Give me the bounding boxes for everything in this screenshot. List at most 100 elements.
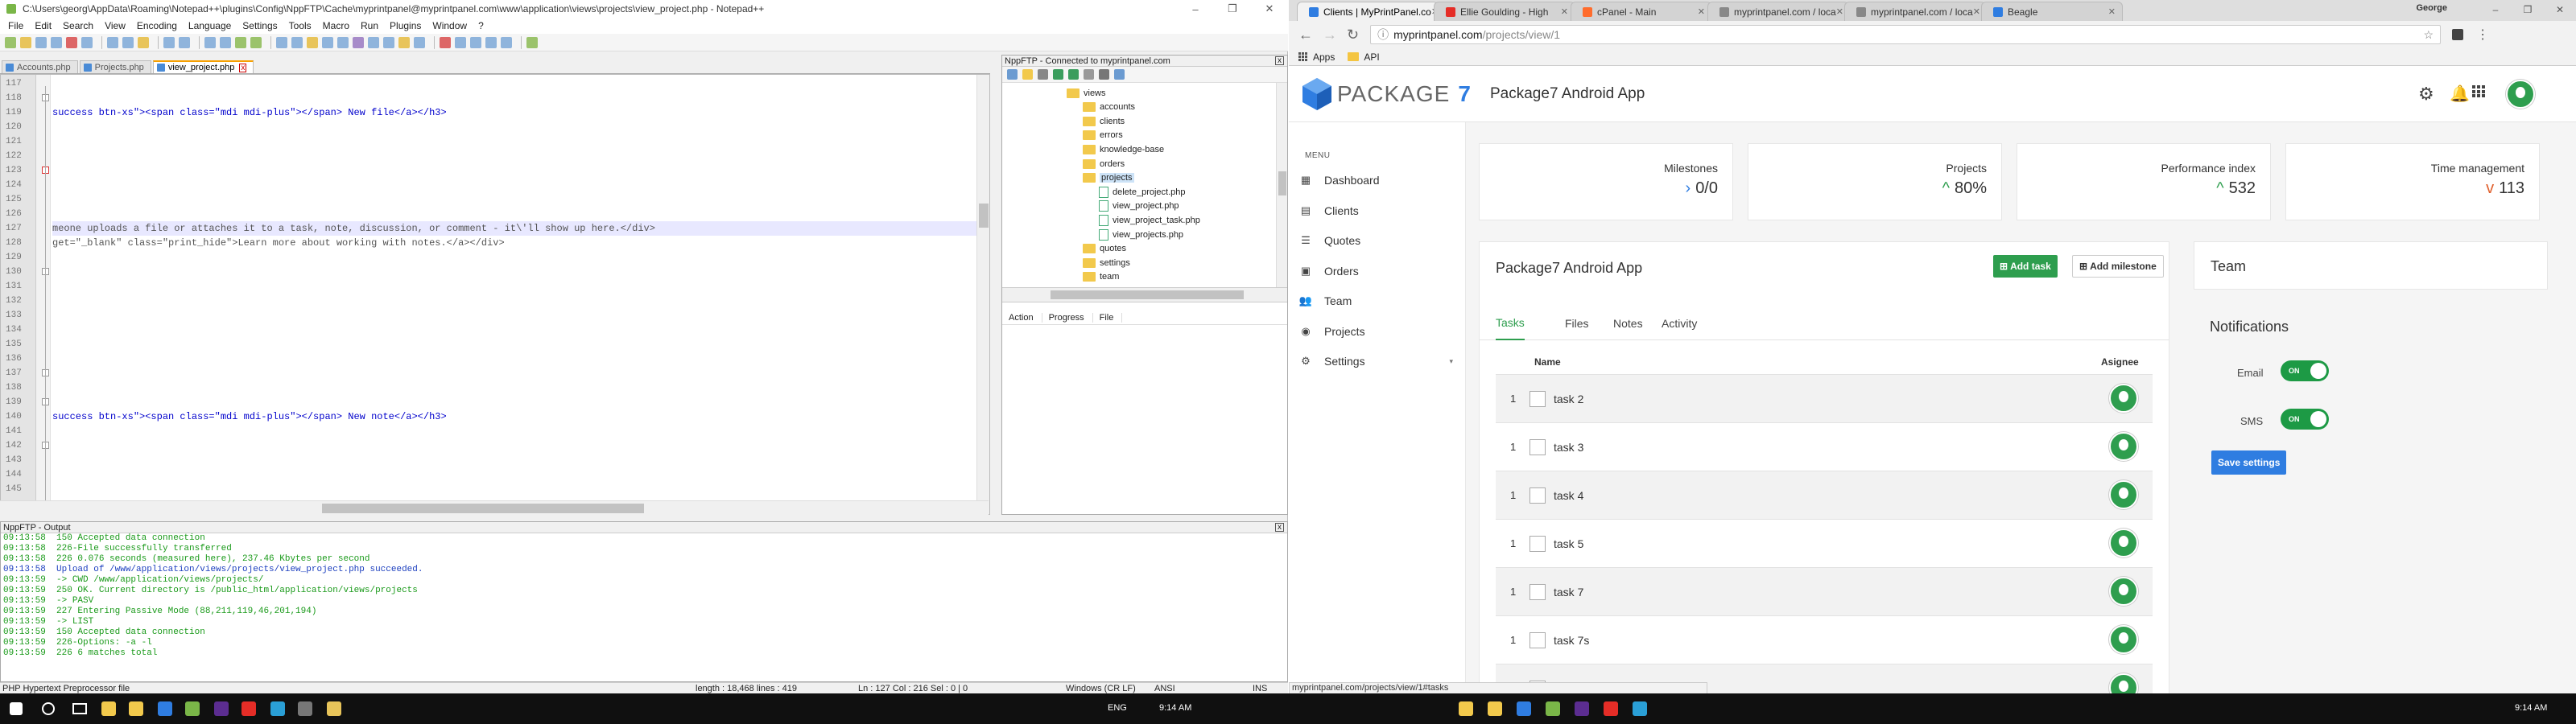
file-explorer-icon[interactable] <box>1459 701 1473 716</box>
profile-name[interactable]: George <box>2416 3 2447 13</box>
refresh-icon[interactable] <box>1068 69 1079 80</box>
npp-menu-item[interactable]: Settings <box>242 20 277 31</box>
task-checkbox[interactable] <box>1530 391 1546 407</box>
assignee-avatar[interactable] <box>2109 432 2138 461</box>
user-avatar[interactable] <box>2506 80 2535 109</box>
editor-vertical-scrollbar[interactable] <box>976 75 989 514</box>
redo-icon[interactable] <box>179 36 190 48</box>
email-toggle[interactable]: ON <box>2281 360 2329 381</box>
notepadpp-icon[interactable] <box>185 701 200 716</box>
npp-menu-item[interactable]: Run <box>361 20 378 31</box>
chrome-menu-icon[interactable]: ⋮ <box>2476 27 2489 43</box>
tree-scrollbar[interactable] <box>1276 83 1287 287</box>
sidebar-item-team[interactable]: 👥 Team <box>1299 294 1453 307</box>
tab-files[interactable]: Files <box>1565 306 1589 340</box>
output-close-button[interactable]: x <box>1275 523 1284 532</box>
task-checkbox[interactable] <box>1530 536 1546 552</box>
tab-notes[interactable]: Notes <box>1613 306 1643 340</box>
sms-toggle[interactable]: ON <box>2281 409 2329 430</box>
stop-macro-icon[interactable] <box>455 36 466 48</box>
code-line[interactable]: meone uploads a file or attaches it to a… <box>52 221 978 236</box>
task-checkbox[interactable] <box>1530 584 1546 600</box>
task-row[interactable]: 1 task 7 <box>1496 567 2153 615</box>
close-file-icon[interactable] <box>66 36 77 48</box>
sidebar-item-settings[interactable]: ⚙ Settings ▾ <box>1300 355 1453 368</box>
gear-icon[interactable]: ⚙ <box>2418 84 2434 105</box>
tree-node[interactable]: clients <box>1083 114 1125 128</box>
npp-menu-item[interactable]: Search <box>63 20 93 31</box>
doc-map-icon[interactable] <box>368 36 379 48</box>
task-checkbox[interactable] <box>1530 439 1546 455</box>
notepadpp-icon[interactable] <box>1546 701 1560 716</box>
nppftp-toggle-icon[interactable] <box>526 36 538 48</box>
assignee-avatar[interactable] <box>2109 529 2138 557</box>
npp-menu-item[interactable]: Edit <box>35 20 52 31</box>
npp-minimize-button[interactable]: – <box>1177 0 1214 18</box>
tree-node[interactable]: settings <box>1083 256 1130 269</box>
browser-tab[interactable]: cPanel - Main ✕ <box>1571 2 1712 21</box>
assignee-avatar[interactable] <box>2109 480 2138 509</box>
browser-tab[interactable]: Clients | MyPrintPanel.co✕ <box>1297 2 1439 21</box>
browser-tab[interactable]: myprintpanel.com / loca ✕ <box>1844 2 1986 21</box>
tray-lang[interactable]: ENG <box>1108 703 1127 713</box>
code-line[interactable]: get="_blank" class="print_hide">Learn mo… <box>52 236 978 250</box>
task-checkbox[interactable] <box>1530 487 1546 504</box>
app-icon[interactable] <box>1633 701 1647 716</box>
sync-h-icon[interactable] <box>291 36 303 48</box>
code-line[interactable]: success btn-xs"><span class="mdi mdi-plu… <box>52 409 978 424</box>
chrome-icon[interactable] <box>1488 701 1502 716</box>
npp-menu-item[interactable]: Language <box>188 20 231 31</box>
add-milestone-button[interactable]: ⊞ Add milestone <box>2072 255 2164 278</box>
zoom-in-icon[interactable] <box>235 36 246 48</box>
scroll-thumb[interactable] <box>322 504 644 513</box>
filezilla-icon[interactable] <box>1604 701 1618 716</box>
settings-icon[interactable] <box>1022 69 1033 80</box>
record-macro-icon[interactable] <box>440 36 451 48</box>
replace-icon[interactable] <box>220 36 231 48</box>
browser-tab[interactable]: Ellie Goulding - High ✕ <box>1434 2 1575 21</box>
messages-icon[interactable] <box>1114 69 1125 80</box>
close-tab-icon[interactable]: ✕ <box>1698 6 1705 17</box>
paste-icon[interactable] <box>138 36 149 48</box>
address-bar[interactable]: ⓘ myprintpanel.com/projects/view/1 ☆ <box>1370 25 2442 44</box>
task-row[interactable]: 1 task 7s <box>1496 615 2153 664</box>
assignee-avatar[interactable] <box>2109 625 2138 654</box>
tab-tasks[interactable]: Tasks <box>1496 306 1525 340</box>
app-icon[interactable] <box>298 701 312 716</box>
sidebar-item-clients[interactable]: ▤ Clients <box>1300 204 1453 217</box>
task-name[interactable]: task 7 <box>1554 586 1583 599</box>
tray-clock[interactable]: 9:14 AM <box>1159 703 1191 713</box>
tab-activity[interactable]: Activity <box>1662 306 1697 340</box>
browser-tab[interactable]: myprintpanel.com / loca ✕ <box>1707 2 1849 21</box>
scroll-thumb[interactable] <box>1051 290 1244 299</box>
tree-node[interactable]: errors <box>1083 129 1123 142</box>
queue-column-header[interactable]: Progress <box>1042 312 1093 323</box>
task-view-icon[interactable] <box>72 703 87 714</box>
edge-icon[interactable] <box>158 701 172 716</box>
tree-node[interactable]: quotes <box>1083 242 1126 256</box>
bookmark-star-icon[interactable]: ☆ <box>2424 28 2434 42</box>
chrome-icon[interactable] <box>129 701 143 716</box>
task-row[interactable]: 1 task 4 <box>1496 471 2153 519</box>
npp-file-tab[interactable]: view_project.php x <box>152 60 254 73</box>
cut-icon[interactable] <box>107 36 118 48</box>
scroll-thumb[interactable] <box>979 204 989 228</box>
upload-icon[interactable] <box>1053 69 1063 80</box>
play-macro-icon[interactable] <box>470 36 481 48</box>
npp-menu-item[interactable]: Plugins <box>390 20 421 31</box>
queue-column-header[interactable]: Action <box>1002 312 1042 323</box>
editor-horizontal-scrollbar[interactable] <box>0 500 989 515</box>
tree-node[interactable]: orders <box>1083 157 1125 171</box>
function-list-icon[interactable] <box>383 36 394 48</box>
word-wrap-icon[interactable] <box>307 36 318 48</box>
connect-icon[interactable] <box>1007 69 1018 80</box>
add-task-button[interactable]: ⊞ Add task <box>1993 255 2058 278</box>
find-icon[interactable] <box>204 36 216 48</box>
npp-menu-item[interactable]: ? <box>478 20 484 31</box>
close-tab-icon[interactable]: x <box>239 63 247 72</box>
download-icon[interactable] <box>1038 69 1048 80</box>
visual-studio-icon[interactable] <box>1575 701 1589 716</box>
npp-menu-item[interactable]: Tools <box>289 20 312 31</box>
abort-icon[interactable] <box>1084 69 1094 80</box>
scroll-thumb[interactable] <box>1278 171 1286 195</box>
